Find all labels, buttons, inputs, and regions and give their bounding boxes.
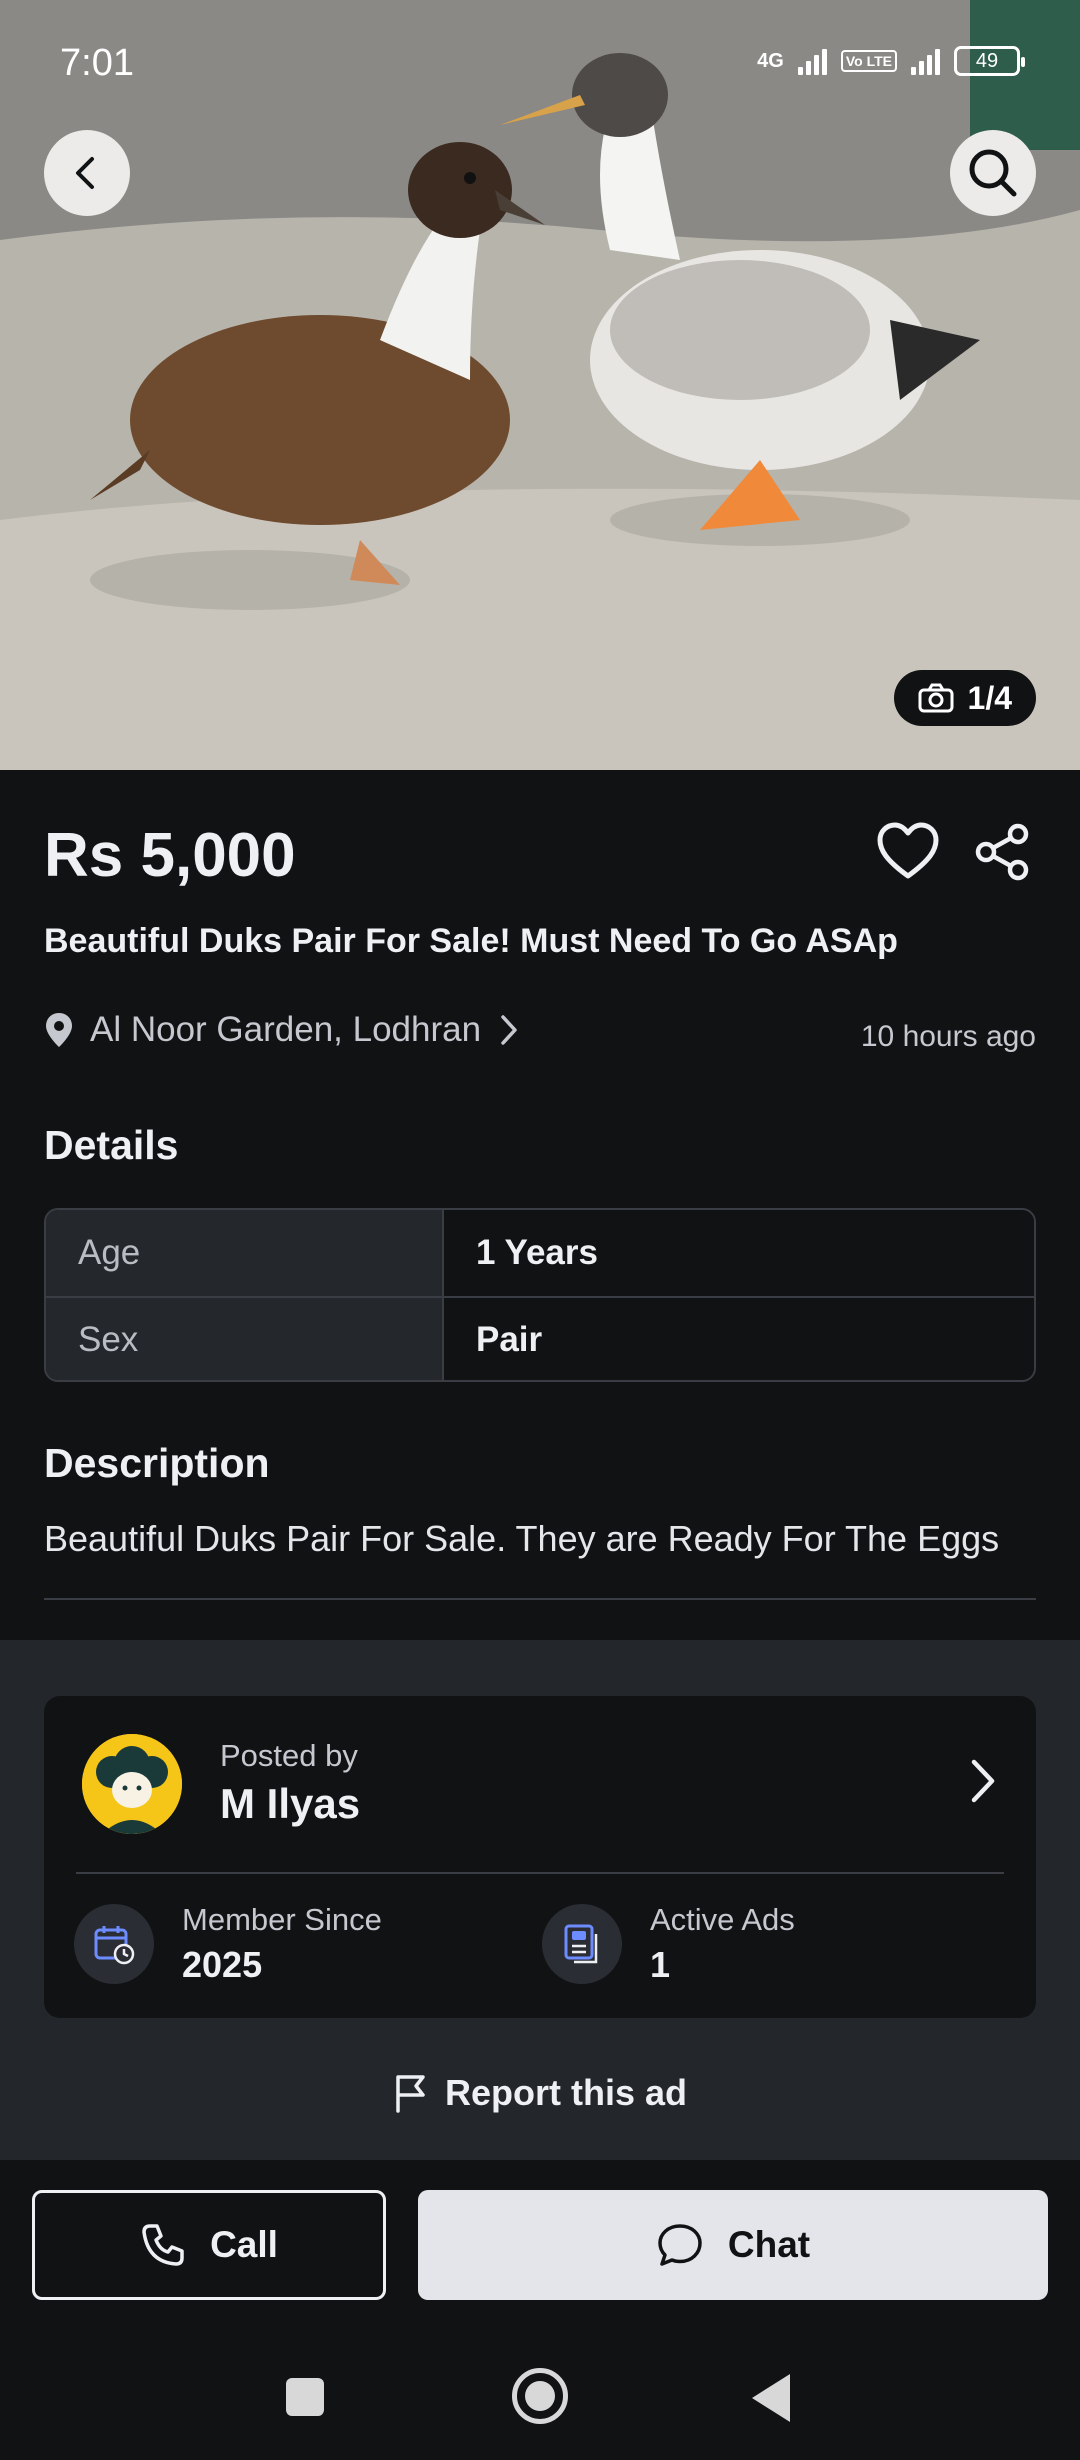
chat-bubble-icon <box>658 2224 702 2266</box>
details-heading: Details <box>44 1122 179 1168</box>
back-button[interactable] <box>44 130 130 216</box>
photo-counter-text: 1/4 <box>967 679 1012 716</box>
details-key: Sex <box>46 1298 442 1380</box>
status-bar: 7:01 4G Vo LTE 49 <box>0 0 1080 130</box>
details-key: Age <box>46 1210 442 1296</box>
heart-icon[interactable] <box>876 822 940 882</box>
search-button[interactable] <box>950 130 1036 216</box>
seller-name: M Ilyas <box>220 1780 361 1827</box>
phone-icon <box>142 2224 184 2266</box>
battery-level: 49 <box>975 49 999 72</box>
chevron-right-icon <box>971 1759 995 1803</box>
report-ad-label: Report this ad <box>444 2072 687 2113</box>
divider <box>44 1598 1036 1600</box>
flag-icon <box>396 2075 425 2113</box>
avatar-illustration <box>82 1734 182 1834</box>
member-since-label: Member Since <box>182 1902 382 1937</box>
report-ad-button[interactable]: Report this ad <box>0 2072 1080 2114</box>
calendar-clock-icon <box>74 1904 154 1984</box>
chevron-left-icon <box>76 157 94 189</box>
signal-icon-2 <box>911 47 940 75</box>
photo-counter[interactable]: 1/4 <box>893 670 1036 726</box>
active-ads-label: Active Ads <box>650 1902 795 1937</box>
details-row: Sex Pair <box>46 1296 1034 1380</box>
action-bar: Call Chat <box>0 2160 1080 2300</box>
status-time: 7:01 <box>60 42 134 84</box>
posted-by-label: Posted by <box>220 1738 358 1773</box>
description-text: Beautiful Duks Pair For Sale. They are R… <box>44 1518 1000 1559</box>
active-ads-value: 1 <box>650 1944 671 1985</box>
battery-icon: 49 <box>954 46 1025 76</box>
recents-button[interactable] <box>286 2378 324 2416</box>
call-label: Call <box>210 2224 278 2265</box>
system-navigation-bar <box>0 2300 1080 2460</box>
network-type: 4G <box>757 49 784 72</box>
search-icon <box>969 149 1017 197</box>
status-icons: 4G Vo LTE 49 <box>757 46 1025 76</box>
description-heading: Description <box>44 1440 270 1486</box>
ad-document-icon <box>542 1904 622 1984</box>
camera-icon <box>918 683 954 713</box>
chat-button[interactable]: Chat <box>418 2190 1048 2300</box>
listing-photo[interactable]: 7:01 4G Vo LTE 49 1/4 <box>0 0 1080 770</box>
share-icon[interactable] <box>972 822 1032 882</box>
chat-label: Chat <box>727 2224 811 2265</box>
listing-details: Rs 5,000 Beautiful Duks Pair For Sale! M… <box>0 770 1080 1640</box>
location-link[interactable]: Al Noor Garden, Lodhran <box>44 1010 521 1050</box>
chevron-right-icon <box>501 1015 517 1045</box>
call-button[interactable]: Call <box>32 2190 386 2300</box>
divider <box>76 1872 1004 1874</box>
avatar <box>82 1734 182 1834</box>
listing-price: Rs 5,000 <box>44 821 296 890</box>
member-since-stat: Member Since 2025 <box>74 1902 382 1986</box>
system-back-button[interactable] <box>752 2374 790 2422</box>
seller-card[interactable]: Posted by M Ilyas Member Since 2025 Acti… <box>44 1696 1036 2018</box>
seller-section: Posted by M Ilyas Member Since 2025 Acti… <box>0 1640 1080 2160</box>
details-value: Pair <box>442 1298 1034 1380</box>
location-text: Al Noor Garden, Lodhran <box>90 1010 482 1049</box>
posted-time: 10 hours ago <box>860 1020 1036 1053</box>
active-ads-stat: Active Ads 1 <box>542 1902 795 1986</box>
signal-icon <box>797 47 827 75</box>
details-value: 1 Years <box>442 1210 1034 1296</box>
home-button[interactable] <box>512 2368 568 2424</box>
details-row: Age 1 Years <box>46 1210 1034 1296</box>
location-pin-icon <box>46 1013 72 1047</box>
member-since-value: 2025 <box>182 1944 263 1985</box>
listing-title: Beautiful Duks Pair For Sale! Must Need … <box>44 922 898 960</box>
details-table: Age 1 Years Sex Pair <box>44 1208 1036 1382</box>
volte-badge: Vo LTE <box>840 50 897 72</box>
